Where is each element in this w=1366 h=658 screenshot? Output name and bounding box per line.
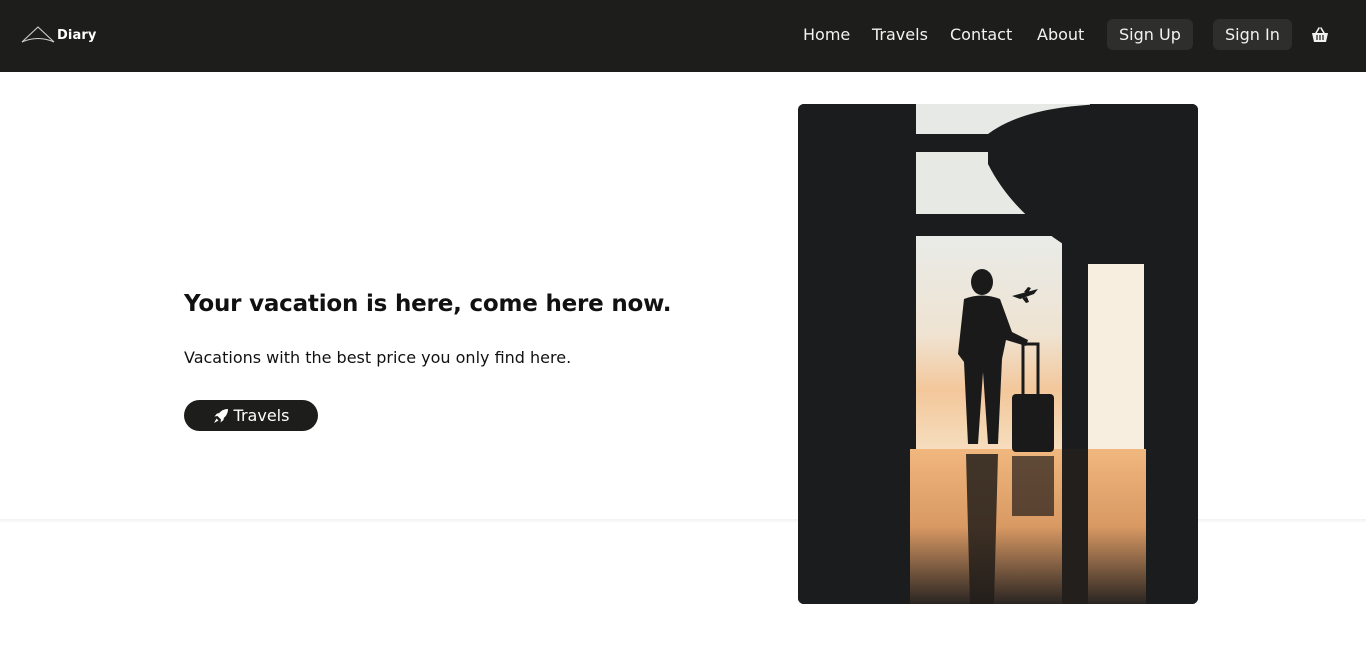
nav-link-home[interactable]: Home — [803, 24, 850, 46]
sign-up-button[interactable]: Sign Up — [1107, 19, 1193, 50]
nav-link-travels[interactable]: Travels — [872, 24, 928, 46]
rocket-icon — [213, 408, 228, 423]
cart-button[interactable] — [1311, 26, 1329, 43]
hero-subtitle: Vacations with the best price you only f… — [184, 348, 572, 367]
travels-cta-button[interactable]: Travels — [184, 400, 318, 431]
hero-title: Your vacation is here, come here now. — [184, 291, 672, 317]
hero-text-block: Your vacation is here, come here now. Va… — [184, 288, 744, 431]
travels-cta-label: Travels — [233, 406, 290, 425]
nav-link-contact[interactable]: Contact — [950, 24, 1012, 46]
main-nav: Home Travels Contact About Sign Up Sign … — [0, 0, 1366, 72]
hero-image — [798, 104, 1198, 604]
sign-in-button[interactable]: Sign In — [1213, 19, 1292, 50]
nav-link-about[interactable]: About — [1037, 24, 1084, 46]
top-navbar: Diary Home Travels Contact About Sign Up… — [0, 0, 1366, 72]
basket-icon — [1312, 27, 1328, 42]
